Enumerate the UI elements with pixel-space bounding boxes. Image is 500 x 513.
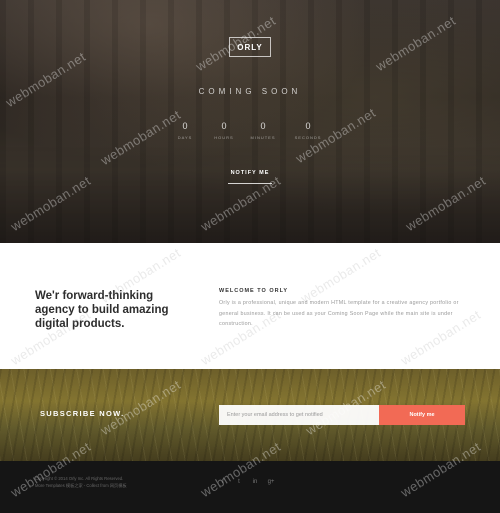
countdown-seconds-unit: SECONDS [294, 135, 322, 140]
social-links: f t in g+ [219, 477, 275, 487]
countdown-days-value: 0 [182, 121, 188, 131]
linkedin-icon[interactable]: in [251, 477, 259, 487]
countdown-minutes-unit: MINUTES [250, 135, 276, 140]
countdown-minutes-value: 0 [260, 121, 266, 131]
logo[interactable]: ORLY [229, 37, 271, 57]
coming-soon-heading: COMING SOON [198, 87, 302, 96]
google-plus-icon[interactable]: g+ [267, 477, 275, 487]
welcome-title: WELCOME TO ORLY [219, 288, 289, 294]
credit-text[interactable]: More Templates 模板之家 - Collect from 网页模板 [35, 483, 175, 490]
countdown: 0 DAYS 0 HOURS 0 MINUTES 0 SECONDS [170, 121, 330, 145]
countdown-days-unit: DAYS [177, 135, 193, 140]
notify-underline [228, 183, 272, 184]
countdown-hours: 0 HOURS [204, 121, 244, 140]
footer: Copyright © 2014 Orly Inc. All Rights Re… [0, 461, 500, 513]
countdown-hours-value: 0 [221, 121, 227, 131]
notify-me-link[interactable]: NOTIFY ME [222, 170, 278, 176]
countdown-minutes: 0 MINUTES [243, 121, 283, 140]
welcome-description: Orly is a professional, unique and moder… [219, 300, 459, 327]
agency-tagline: We'r forward-thinking agency to build am… [35, 290, 169, 330]
about-section: We'r forward-thinking agency to build am… [0, 243, 500, 369]
countdown-hours-unit: HOURS [214, 135, 234, 140]
countdown-seconds-value: 0 [305, 121, 311, 131]
countdown-seconds: 0 SECONDS [288, 121, 328, 140]
facebook-icon[interactable]: f [219, 477, 227, 487]
subscribe-title: SUBSCRIBE NOW. [40, 409, 125, 418]
twitter-icon[interactable]: t [235, 477, 243, 487]
subscribe-section: SUBSCRIBE NOW. Notify me [0, 369, 500, 461]
copyright-block: Copyright © 2014 Orly Inc. All Rights Re… [35, 476, 175, 489]
hero-section: ORLY COMING SOON 0 DAYS 0 HOURS 0 MINUTE… [0, 0, 500, 243]
email-input[interactable] [219, 405, 379, 425]
countdown-days: 0 DAYS [165, 121, 205, 140]
notify-me-button[interactable]: Notify me [379, 405, 465, 425]
